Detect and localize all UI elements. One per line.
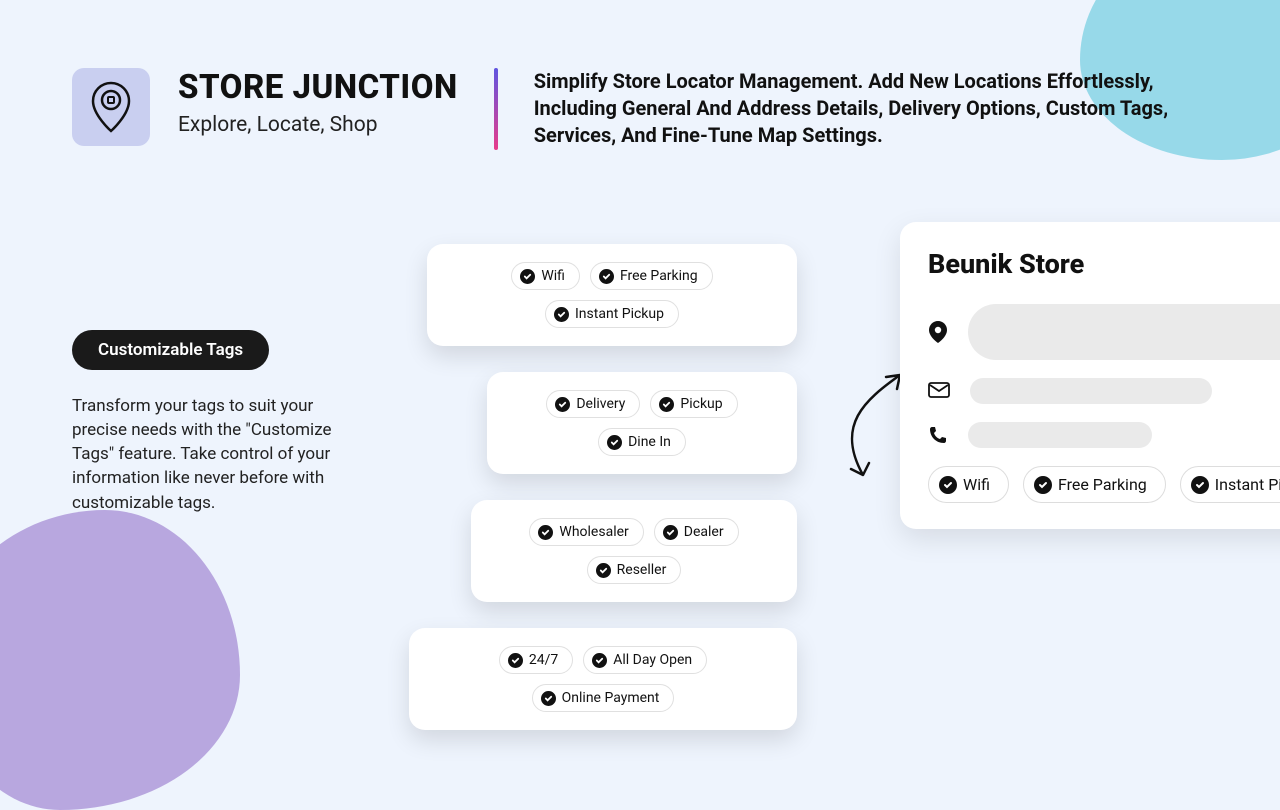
tag-chip[interactable]: All Day Open: [583, 646, 707, 674]
tag-chip[interactable]: Wifi: [511, 262, 580, 290]
store-detail-card: Beunik Store Wifi Free Parking Instant P…: [900, 222, 1280, 529]
tag-label: Dine In: [628, 434, 671, 450]
feature-description: Transform your tags to suit your precise…: [72, 394, 352, 515]
check-icon: [1191, 476, 1209, 494]
check-icon: [607, 435, 622, 450]
page-header: STORE JUNCTION Explore, Locate, Shop Sim…: [72, 68, 1208, 150]
tag-label: 24/7: [529, 652, 558, 668]
tag-label: Pickup: [680, 396, 722, 412]
tag-label: Wholesaler: [559, 524, 628, 540]
email-icon: [928, 382, 950, 400]
phone-placeholder: [968, 422, 1152, 448]
address-placeholder: [968, 304, 1280, 360]
tag-chip[interactable]: Dealer: [654, 518, 739, 546]
tag-label: Instant Pickup: [1215, 475, 1280, 494]
store-phone-row: [928, 422, 1280, 448]
check-icon: [555, 397, 570, 412]
tag-chip[interactable]: Instant Pickup: [545, 300, 679, 328]
arrow-annotation: [805, 370, 915, 490]
check-icon: [520, 269, 535, 284]
check-icon: [599, 269, 614, 284]
tag-chip[interactable]: Free Parking: [1023, 466, 1166, 503]
tag-label: All Day Open: [613, 652, 692, 668]
store-email-row: [928, 378, 1280, 404]
tag-chip[interactable]: Reseller: [587, 556, 682, 584]
tag-group-card: Wholesaler Dealer Reseller: [471, 500, 797, 602]
tag-group-card: Wifi Free Parking Instant Pickup: [427, 244, 797, 346]
tag-label: Reseller: [617, 562, 667, 578]
tag-label: Online Payment: [562, 690, 660, 706]
tag-chip[interactable]: Wholesaler: [529, 518, 643, 546]
tag-label: Wifi: [541, 268, 565, 284]
tag-group-card: Delivery Pickup Dine In: [487, 372, 797, 474]
check-icon: [596, 563, 611, 578]
tag-chip[interactable]: Instant Pickup: [1180, 466, 1280, 503]
location-pin-icon: [928, 320, 948, 344]
header-description: Simplify Store Locator Management. Add N…: [534, 68, 1208, 149]
check-icon: [554, 307, 569, 322]
feature-badge: Customizable Tags: [72, 330, 269, 370]
tag-label: Instant Pickup: [575, 306, 664, 322]
phone-icon: [928, 425, 948, 445]
header-divider: [494, 68, 498, 150]
store-address-row: [928, 304, 1280, 360]
email-placeholder: [970, 378, 1212, 404]
location-pin-icon: [90, 81, 132, 133]
tag-label: Dealer: [684, 524, 724, 540]
tag-label: Free Parking: [1058, 475, 1147, 494]
tag-chip[interactable]: Delivery: [546, 390, 640, 418]
brand-title: STORE JUNCTION: [178, 68, 458, 107]
store-title: Beunik Store: [928, 248, 1280, 280]
tag-chip[interactable]: Pickup: [650, 390, 737, 418]
check-icon: [538, 525, 553, 540]
tag-chip[interactable]: Wifi: [928, 466, 1009, 503]
brand-logo: [72, 68, 150, 146]
tag-label: Wifi: [963, 475, 990, 494]
tag-chip[interactable]: Free Parking: [590, 262, 713, 290]
check-icon: [1034, 476, 1052, 494]
check-icon: [541, 691, 556, 706]
check-icon: [659, 397, 674, 412]
tag-group-card: 24/7 All Day Open Online Payment: [409, 628, 797, 730]
tag-label: Free Parking: [620, 268, 698, 284]
check-icon: [592, 653, 607, 668]
tag-chip[interactable]: Dine In: [598, 428, 686, 456]
check-icon: [939, 476, 957, 494]
check-icon: [663, 525, 678, 540]
feature-column: Customizable Tags Transform your tags to…: [72, 330, 352, 515]
tag-groups-column: Wifi Free Parking Instant Pickup Deliver…: [427, 244, 797, 730]
decorative-blob-bottom: [0, 510, 240, 810]
tag-chip[interactable]: 24/7: [499, 646, 573, 674]
brand-text: STORE JUNCTION Explore, Locate, Shop: [178, 68, 458, 137]
store-tags-row: Wifi Free Parking Instant Pickup: [928, 466, 1280, 503]
tag-chip[interactable]: Online Payment: [532, 684, 675, 712]
tag-label: Delivery: [576, 396, 625, 412]
brand-tagline: Explore, Locate, Shop: [178, 113, 458, 137]
check-icon: [508, 653, 523, 668]
